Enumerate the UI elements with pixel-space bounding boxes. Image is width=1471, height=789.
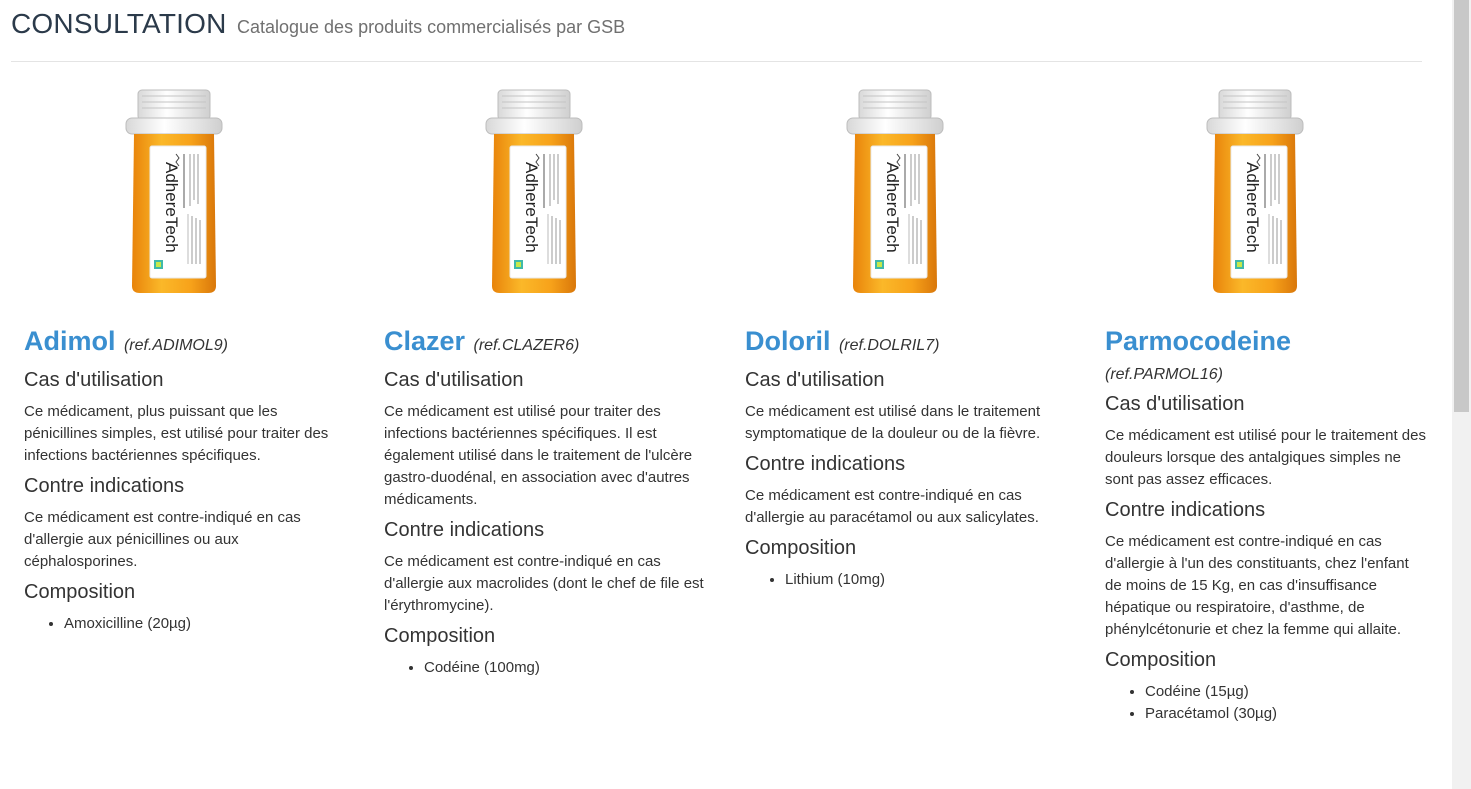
usage-text: Ce médicament est utilisé pour le traite… — [1105, 427, 1426, 488]
product-ref: (ref.CLAZER6) — [473, 337, 580, 354]
product-card: AdhereTech Clazer (ref.CLAZER6) Cas d'ut… — [384, 84, 706, 679]
product-name[interactable]: Doloril — [745, 326, 831, 356]
product-name[interactable]: Parmocodeine — [1105, 326, 1291, 356]
product-title: Doloril (ref.DOLRIL7) — [745, 324, 1067, 363]
composition-item: Amoxicilline (20µg) — [64, 613, 346, 635]
usage-text: Ce médicament, plus puissant que les pén… — [24, 403, 329, 464]
pill-bottle-image: AdhereTech — [845, 88, 945, 294]
contra-text: Ce médicament est contre-indiqué en cas … — [384, 553, 704, 614]
vertical-scrollbar[interactable] — [1452, 0, 1471, 789]
bottle-brand: AdhereTech — [883, 162, 902, 253]
composition-item: Codéine (15µg) — [1145, 681, 1427, 703]
usage-heading: Cas d'utilisation — [745, 369, 885, 391]
product-image: AdhereTech — [745, 84, 1067, 299]
composition-list: Codéine (100mg) — [384, 657, 706, 679]
bottle-brand: AdhereTech — [1243, 162, 1262, 253]
contra-heading: Contre indications — [1105, 499, 1266, 521]
contra-text: Ce médicament est contre-indiqué en cas … — [1105, 533, 1409, 638]
usage-text: Ce médicament est utilisé dans le traite… — [745, 403, 1041, 442]
composition-heading: Composition — [1105, 649, 1217, 671]
page-subtitle: Catalogue des produits commercialisés pa… — [236, 17, 626, 37]
scrollbar-thumb[interactable] — [1454, 0, 1469, 412]
product-title: Adimol (ref.ADIMOL9) — [24, 324, 346, 363]
contra-text: Ce médicament est contre-indiqué en cas … — [745, 487, 1039, 526]
product-image: AdhereTech — [384, 84, 706, 299]
composition-item: Codéine (100mg) — [424, 657, 706, 679]
usage-heading: Cas d'utilisation — [384, 369, 524, 391]
product-ref: (ref.DOLRIL7) — [838, 337, 940, 354]
page-title: CONSULTATION — [11, 8, 227, 39]
bottle-brand: AdhereTech — [522, 162, 541, 253]
usage-text: Ce médicament est utilisé pour traiter d… — [384, 403, 693, 508]
header-divider — [11, 61, 1422, 62]
product-title: Parmocodeine (ref.PARMOL16) — [1105, 324, 1427, 387]
product-title: Clazer (ref.CLAZER6) — [384, 324, 706, 363]
product-name[interactable]: Clazer — [384, 326, 465, 356]
product-ref: (ref.PARMOL16) — [1105, 366, 1223, 383]
product-card: AdhereTech Adimol (ref.ADIMOL9) Cas d'ut… — [24, 84, 346, 635]
contra-heading: Contre indications — [745, 453, 906, 475]
product-image: AdhereTech — [1105, 84, 1427, 299]
usage-heading: Cas d'utilisation — [24, 369, 164, 391]
contra-heading: Contre indications — [384, 519, 545, 541]
composition-list: Amoxicilline (20µg) — [24, 613, 346, 635]
contra-text: Ce médicament est contre-indiqué en cas … — [24, 509, 301, 570]
composition-heading: Composition — [384, 625, 496, 647]
composition-list: Lithium (10mg) — [745, 569, 1067, 591]
pill-bottle-image: AdhereTech — [1205, 88, 1305, 294]
composition-heading: Composition — [745, 537, 857, 559]
bottle-brand: AdhereTech — [162, 162, 181, 253]
product-name[interactable]: Adimol — [24, 326, 116, 356]
product-ref: (ref.ADIMOL9) — [123, 337, 228, 354]
page: CONSULTATION Catalogue des produits comm… — [0, 0, 1452, 789]
pill-bottle-image: AdhereTech — [124, 88, 224, 294]
composition-list: Codéine (15µg) Paracétamol (30µg) — [1105, 681, 1427, 725]
product-image: AdhereTech — [24, 84, 346, 299]
usage-heading: Cas d'utilisation — [1105, 393, 1245, 415]
product-card: AdhereTech Doloril (ref.DOLRIL7) Cas d'u… — [745, 84, 1067, 591]
page-header: CONSULTATION Catalogue des produits comm… — [11, 8, 625, 40]
composition-item: Paracétamol (30µg) — [1145, 703, 1427, 725]
contra-heading: Contre indications — [24, 475, 185, 497]
composition-heading: Composition — [24, 581, 136, 603]
product-card: AdhereTech Parmocodeine (ref.PARMOL16) C… — [1105, 84, 1427, 725]
composition-item: Lithium (10mg) — [785, 569, 1067, 591]
pill-bottle-image: AdhereTech — [484, 88, 584, 294]
